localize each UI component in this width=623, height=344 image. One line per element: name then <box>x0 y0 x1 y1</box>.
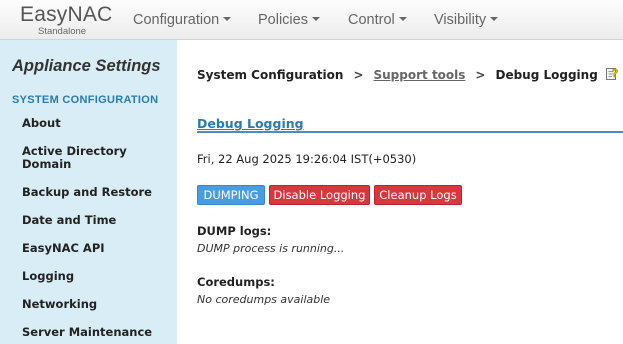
breadcrumb-root: System Configuration <box>197 68 344 82</box>
menu-visibility[interactable]: Visibility <box>434 12 499 28</box>
breadcrumb: System Configuration > Support tools > Debug… <box>197 67 619 82</box>
brand-logo[interactable]: EasyNAC Standalone <box>20 2 113 37</box>
sidebar: Appliance Settings SYSTEM CONFIGURATION … <box>0 40 177 344</box>
dump-logs-status: DUMP process is running... <box>197 242 345 255</box>
menu-label: Visibility <box>434 12 487 28</box>
heading-divider <box>197 131 623 133</box>
caret-down-icon <box>223 17 232 21</box>
sidebar-item-date-and-time[interactable]: Date and Time <box>22 214 116 227</box>
breadcrumb-separator: > <box>353 68 364 82</box>
menu-label: Control <box>348 12 395 28</box>
dumping-button[interactable]: DUMPING <box>197 185 265 205</box>
caret-down-icon <box>398 17 407 21</box>
disable-logging-button[interactable]: Disable Logging <box>269 185 370 205</box>
breadcrumb-separator: > <box>475 68 486 82</box>
sidebar-item-active-directory-domain[interactable]: Active Directory Domain <box>22 145 127 171</box>
sidebar-item-server-maintenance[interactable]: Server Maintenance <box>22 326 152 339</box>
brand-subtitle: Standalone <box>38 26 87 37</box>
menu-policies[interactable]: Policies <box>258 12 320 28</box>
sidebar-item-about[interactable]: About <box>22 117 61 130</box>
sidebar-item-backup-and-restore[interactable]: Backup and Restore <box>22 186 152 199</box>
page-title: Debug Logging <box>197 116 304 131</box>
menu-label: Policies <box>258 12 308 28</box>
breadcrumb-link-support-tools[interactable]: Support tools <box>374 68 466 82</box>
dump-logs-label: DUMP logs: <box>197 224 272 238</box>
caret-down-icon <box>311 17 320 21</box>
caret-down-icon <box>490 17 499 21</box>
coredumps-label: Coredumps: <box>197 275 275 289</box>
menu-control[interactable]: Control <box>348 12 407 28</box>
sidebar-item-networking[interactable]: Networking <box>22 298 97 311</box>
menu-configuration[interactable]: Configuration <box>133 12 232 28</box>
sidebar-item-logging[interactable]: Logging <box>22 270 74 283</box>
sidebar-item-easynac-api[interactable]: EasyNAC API <box>22 242 105 255</box>
timestamp: Fri, 22 Aug 2025 19:26:04 IST(+0530) <box>197 152 417 166</box>
cleanup-logs-button[interactable]: Cleanup Logs <box>374 185 462 205</box>
sidebar-section-header: SYSTEM CONFIGURATION <box>12 94 159 106</box>
help-icon[interactable]: ? <box>606 67 619 80</box>
menu-label: Configuration <box>133 12 220 28</box>
sidebar-title: Appliance Settings <box>12 57 161 75</box>
svg-text:?: ? <box>612 67 618 80</box>
top-navbar: EasyNAC Standalone Configuration Policie… <box>0 0 623 40</box>
breadcrumb-current: Debug Logging <box>495 68 598 82</box>
coredumps-status: No coredumps available <box>197 293 331 306</box>
brand-name: EasyNAC <box>20 3 113 26</box>
